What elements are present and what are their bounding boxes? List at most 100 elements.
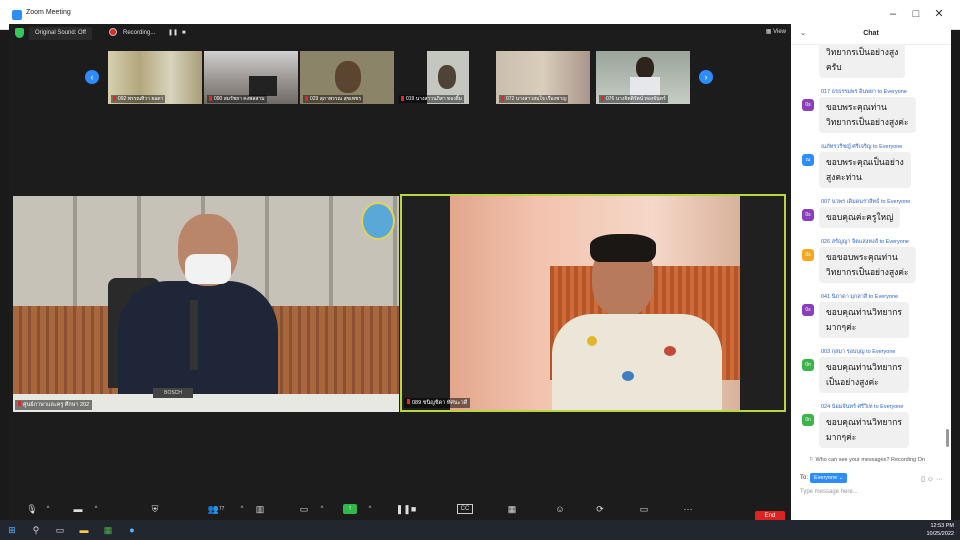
view-button[interactable]: ▦ View — [766, 28, 786, 35]
message-text: ขอบคุณท่านวิทยากร เป็นอย่างสูงค่ะ — [819, 357, 909, 393]
muted-mic-icon — [18, 401, 21, 406]
recording-dot-icon — [109, 28, 117, 37]
zoom-taskbar-icon[interactable]: ● — [127, 525, 137, 535]
microphone-icon[interactable]: 🎙 — [25, 504, 39, 514]
emoji-icon[interactable]: ☺ — [927, 476, 934, 483]
video-options-chevron-icon[interactable]: ^ — [89, 504, 103, 514]
message-sender: 003 กุสมา รอบบุญ to Everyone — [821, 349, 896, 355]
speaker-video-left[interactable]: BOSCH ศูนย์ภาษาและครู ศึกษา 202 — [13, 196, 399, 412]
task-view-icon[interactable]: ▭ — [55, 525, 65, 535]
participants-icon[interactable]: 👥77 — [203, 504, 229, 514]
more-options-icon[interactable]: ··· — [936, 476, 943, 483]
chat-title: Chat — [863, 30, 879, 37]
search-icon[interactable]: ⚲ — [31, 525, 41, 535]
participant-name: 072 นางสาวสมใจ เรืองชาญ — [499, 95, 569, 103]
participant-thumbnail[interactable]: 019 นางสาวนภิสา ทองยิ้ม — [396, 51, 490, 104]
participants-count: 77 — [218, 506, 225, 512]
participant-name: 076 นางจิตติรัตน์ ทองจันทร์ — [599, 95, 668, 103]
participant-thumbnail[interactable]: 092 พรรณทิวา ยอดา — [108, 51, 202, 104]
chat-header: ⌄ Chat — [791, 24, 951, 45]
closed-captions-icon[interactable]: CC — [457, 504, 473, 514]
participant-thumbnail[interactable]: 076 นางจิตติรัตน์ ทองจันทร์ — [596, 51, 690, 104]
message-sender: 017 ธรธรรมพร อินพยา to Everyone — [821, 89, 907, 95]
minimize-button[interactable]: – — [884, 6, 902, 22]
emblem-icon — [361, 202, 395, 240]
previous-page-icon[interactable]: ‹ — [85, 70, 99, 84]
recipient-dropdown[interactable]: Everyone ⌄ — [810, 473, 848, 483]
avatar: 0s — [802, 99, 814, 111]
participant-thumbnail[interactable]: 090 สมรัชยา คงพลสาม — [204, 51, 298, 104]
avatar: 0n — [802, 414, 814, 426]
message-text: ขอบคุณท่านวิทยากร มากๆค่ะ — [819, 412, 909, 448]
zoom-logo-icon — [12, 10, 22, 20]
avatar: 0n — [802, 359, 814, 371]
message-text: ขอขอบพระคุณท่าน วิทยากรเป็นอย่างสูงค่ะ — [819, 247, 916, 283]
chat-icon[interactable]: ▭ — [297, 504, 311, 514]
meeting-topbar: Original Sound: Off Recording... ❚❚ ■ ▦ … — [9, 24, 791, 43]
message-text: ขอบพระคุณเป็นอย่าง สูงคะท่าน — [819, 152, 911, 188]
message-text: ขอบพระคุณท่าน วิทยากรเป็นอย่างสูงค่ะ — [819, 97, 916, 133]
meeting-toolbar: 🎙 ^ ▬ ^ ⛨ 👥77 ^ ▥ ▭ ^ ↑ ^ ❚❚■ CC ▦ ☺ ⟳ ▭… — [9, 502, 791, 522]
avatar: 0s — [802, 304, 814, 316]
chat-messages: วิทยากรเป็นอย่างสูง ครับ 017 ธรธรรมพร อิ… — [791, 44, 945, 456]
clock-time: 12:53 PM — [930, 523, 954, 529]
chat-input[interactable]: Type message here... — [800, 489, 858, 495]
message-sender: ณภัทรวรีชญ์ ศรีเจริญ to Everyone — [821, 144, 903, 150]
system-clock: 12:53 PM 10/25/2022 — [926, 522, 954, 538]
participant-thumbnail[interactable]: 029 สุภาพรรณ สุขเพชร — [300, 51, 394, 104]
recording-controls-icon[interactable]: ❚❚■ — [395, 504, 417, 514]
chat-scrollbar[interactable] — [946, 429, 949, 447]
message-sender: 041 นิภาดา มุกลาสี to Everyone — [821, 294, 899, 300]
participants-chevron-icon[interactable]: ^ — [235, 504, 249, 514]
video-camera-icon[interactable]: ▬ — [71, 504, 85, 514]
polls-icon[interactable]: ▥ — [253, 504, 267, 514]
view-label: View — [773, 29, 786, 35]
security-shield-icon[interactable] — [15, 28, 24, 38]
muted-mic-icon — [305, 96, 308, 102]
security-icon[interactable]: ⛨ — [148, 504, 162, 514]
participant-name: 092 พรรณทิวา ยอดา — [111, 95, 166, 103]
reactions-icon[interactable]: ☺ — [553, 504, 567, 514]
who-can-see-text: Who can see your messages? Recording On — [815, 457, 925, 463]
meeting-area: Original Sound: Off Recording... ❚❚ ■ ▦ … — [9, 24, 791, 522]
to-label: To: — [800, 475, 809, 481]
avatar: ณ — [802, 154, 814, 166]
windows-start-icon[interactable]: ⊞ — [7, 525, 17, 535]
maximize-button[interactable]: □ — [907, 6, 925, 22]
share-chevron-icon[interactable]: ^ — [363, 504, 377, 514]
window-title: Zoom Meeting — [26, 9, 71, 16]
participant-name-label: ศูนย์ภาษาและครู ศึกษา 202 — [15, 400, 93, 410]
muted-mic-icon — [113, 96, 116, 102]
message-sender: 026 สรัญญา จิตแสงหงส์ to Everyone — [821, 239, 909, 245]
recipient-label: Everyone — [814, 475, 838, 481]
apps-icon[interactable]: ⟳ — [593, 504, 607, 514]
avatar: 0s — [802, 249, 814, 261]
muted-mic-icon — [209, 96, 212, 102]
original-sound-toggle[interactable]: Original Sound: Off — [29, 27, 92, 40]
close-window-button[interactable]: ✕ — [930, 6, 948, 22]
chat-actions: ▯ ☺ ··· — [921, 475, 943, 483]
avatar: 0s — [802, 209, 814, 221]
file-icon[interactable]: ▯ — [921, 476, 925, 483]
participant-name: 090 สมรัชยา คงพลสาม — [207, 95, 267, 103]
whiteboards-icon[interactable]: ▭ — [637, 504, 651, 514]
who-can-see-link[interactable]: ⚐ Who can see your messages? Recording O… — [809, 457, 925, 463]
next-page-icon[interactable]: › — [699, 70, 713, 84]
speaker-video-right[interactable]: 089 ชนิญชิดา ทัศนะวดี — [400, 194, 786, 412]
message-sender: 007 นวพร เดิมดนราสิทธ์ to Everyone — [821, 199, 911, 205]
chat-chevron-icon[interactable]: ^ — [315, 504, 329, 514]
muted-mic-icon — [407, 399, 410, 404]
more-icon[interactable]: ··· — [681, 504, 695, 514]
breakout-rooms-icon[interactable]: ▦ — [505, 504, 519, 514]
pause-recording-icon[interactable]: ❚❚ — [168, 29, 178, 37]
app-icon[interactable]: ▦ — [103, 525, 113, 535]
audio-options-chevron-icon[interactable]: ^ — [41, 504, 55, 514]
muted-mic-icon — [501, 96, 504, 102]
message-sender: 024 น้อมจันทร์ ศรีวิเท to Everyone — [821, 404, 904, 410]
share-screen-icon[interactable]: ↑ — [343, 504, 357, 514]
stop-recording-icon[interactable]: ■ — [182, 29, 190, 37]
recording-label: Recording... — [123, 30, 156, 36]
windows-taskbar: ⊞ ⚲ ▭ ▬ ▦ ● 12:53 PM 10/25/2022 — [0, 520, 960, 540]
participant-thumbnail[interactable]: 072 นางสาวสมใจ เรืองชาญ — [496, 51, 590, 104]
file-explorer-icon[interactable]: ▬ — [79, 525, 89, 535]
